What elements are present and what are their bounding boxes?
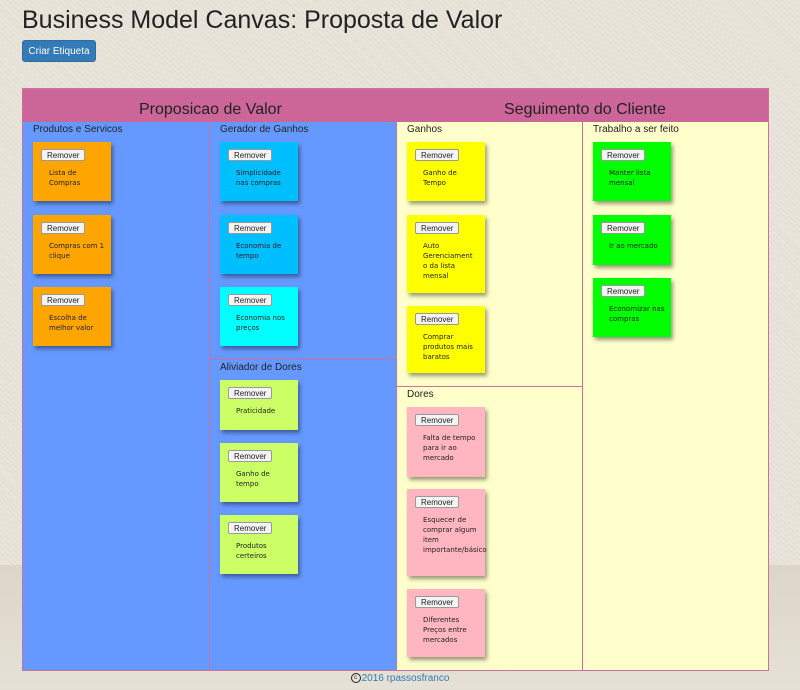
section-label: Dores [407,389,434,400]
note-text: Economizar nas compras [609,305,665,323]
value-proposition-header: Proposicao de Valor [139,101,282,118]
sticky-note[interactable]: Remover Falta de tempo para ir ao mercad… [407,407,485,477]
remove-button[interactable]: Remover [228,294,273,306]
remove-button[interactable]: Remover [228,522,273,534]
note-text: Diferentes Preços entre mercados [423,616,467,644]
note-text: Praticidade [236,407,276,415]
sticky-note[interactable]: Remover Ir ao mercado [593,215,671,265]
sticky-note[interactable]: Remover Comprar produtos mais baratos [407,306,485,373]
section-gain-creators: Gerador de Ganhos Remover Simplicidade n… [210,122,397,360]
remove-button[interactable]: Remover [601,222,646,234]
section-products-services: Produtos e Servicos Remover Lista de Com… [23,122,210,671]
remove-button[interactable]: Remover [415,414,460,426]
remove-button[interactable]: Remover [228,450,273,462]
section-pain-relievers: Aliviador de Dores Remover Praticidade R… [210,360,397,671]
remove-button[interactable]: Remover [41,222,86,234]
note-text: Ganho de tempo [236,470,270,488]
sticky-note[interactable]: Remover Diferentes Preços entre mercados [407,589,485,657]
section-label: Produtos e Servicos [33,124,123,135]
section-label: Trabalho a ser feito [593,124,679,135]
remove-button[interactable]: Remover [601,285,646,297]
footer-text[interactable]: 2016 rpassosfranco [362,673,450,684]
sticky-note[interactable]: Remover Compras com 1 clique [33,215,111,274]
section-label: Aliviador de Dores [220,362,302,373]
business-model-canvas: Proposicao de Valor Seguimento do Client… [22,88,769,671]
remove-button[interactable]: Remover [228,387,273,399]
remove-button[interactable]: Remover [415,149,460,161]
note-text: Simplicidade nas compras [236,169,281,187]
sticky-note[interactable]: Remover Auto Gerenciament o da lista men… [407,215,485,293]
remove-button[interactable]: Remover [415,496,460,508]
sticky-note[interactable]: Remover Ganho de Tempo [407,142,485,201]
section-pains: Dores Remover Falta de tempo para ir ao … [397,387,583,671]
sticky-note[interactable]: Remover Economia nos preços [220,287,298,346]
remove-button[interactable]: Remover [228,222,273,234]
note-text: Produtos certeiros [236,542,267,560]
remove-button[interactable]: Remover [415,596,460,608]
note-text: Comprar produtos mais baratos [423,333,473,361]
sticky-note[interactable]: Remover Economizar nas compras [593,278,671,337]
section-gains: Ganhos Remover Ganho de Tempo Remover Au… [397,122,583,387]
sticky-note[interactable]: Remover Manter lista mensal [593,142,671,201]
remove-button[interactable]: Remover [415,313,460,325]
note-text: Escolha de melhor valor [49,314,94,332]
create-note-button[interactable]: Criar Etiqueta [22,40,96,62]
remove-button[interactable]: Remover [41,149,86,161]
remove-button[interactable]: Remover [601,149,646,161]
note-text: Esquecer de comprar algum item important… [423,516,487,554]
sticky-note[interactable]: Remover Escolha de melhor valor [33,287,111,346]
note-text: Compras com 1 clique [49,242,105,260]
note-text: Manter lista mensal [609,169,651,187]
sticky-note[interactable]: Remover Produtos certeiros [220,515,298,574]
remove-button[interactable]: Remover [41,294,86,306]
note-text: Economia nos preços [236,314,285,332]
remove-button[interactable]: Remover [228,149,273,161]
note-text: Falta de tempo para ir ao mercado [423,434,476,462]
section-label: Gerador de Ganhos [220,124,309,135]
sticky-note[interactable]: Remover Ganho de tempo [220,443,298,502]
note-text: Economia de tempo [236,242,282,260]
sticky-note[interactable]: Remover Praticidade [220,380,298,430]
sticky-note[interactable]: Remover Esquecer de comprar algum item i… [407,489,487,576]
customer-segment-header: Seguimento do Cliente [504,101,666,118]
remove-button[interactable]: Remover [415,222,460,234]
footer: c 2016 rpassosfranco [0,673,800,684]
page-title: Business Model Canvas: Proposta de Valor [22,6,503,34]
note-text: Auto Gerenciament o da lista mensal [423,242,473,280]
section-label: Ganhos [407,124,443,135]
sticky-note[interactable]: Remover Lista de Compras [33,142,111,201]
canvas-header: Proposicao de Valor Seguimento do Client… [23,89,768,122]
note-text: Lista de Compras [49,169,81,187]
copyright-icon: c [350,673,361,684]
sticky-note[interactable]: Remover Economia de tempo [220,215,298,274]
note-text: Ganho de Tempo [423,169,457,187]
note-text: Ir ao mercado [609,242,658,250]
section-customer-jobs: Trabalho a ser feito Remover Manter list… [583,122,768,671]
sticky-note[interactable]: Remover Simplicidade nas compras [220,142,298,201]
